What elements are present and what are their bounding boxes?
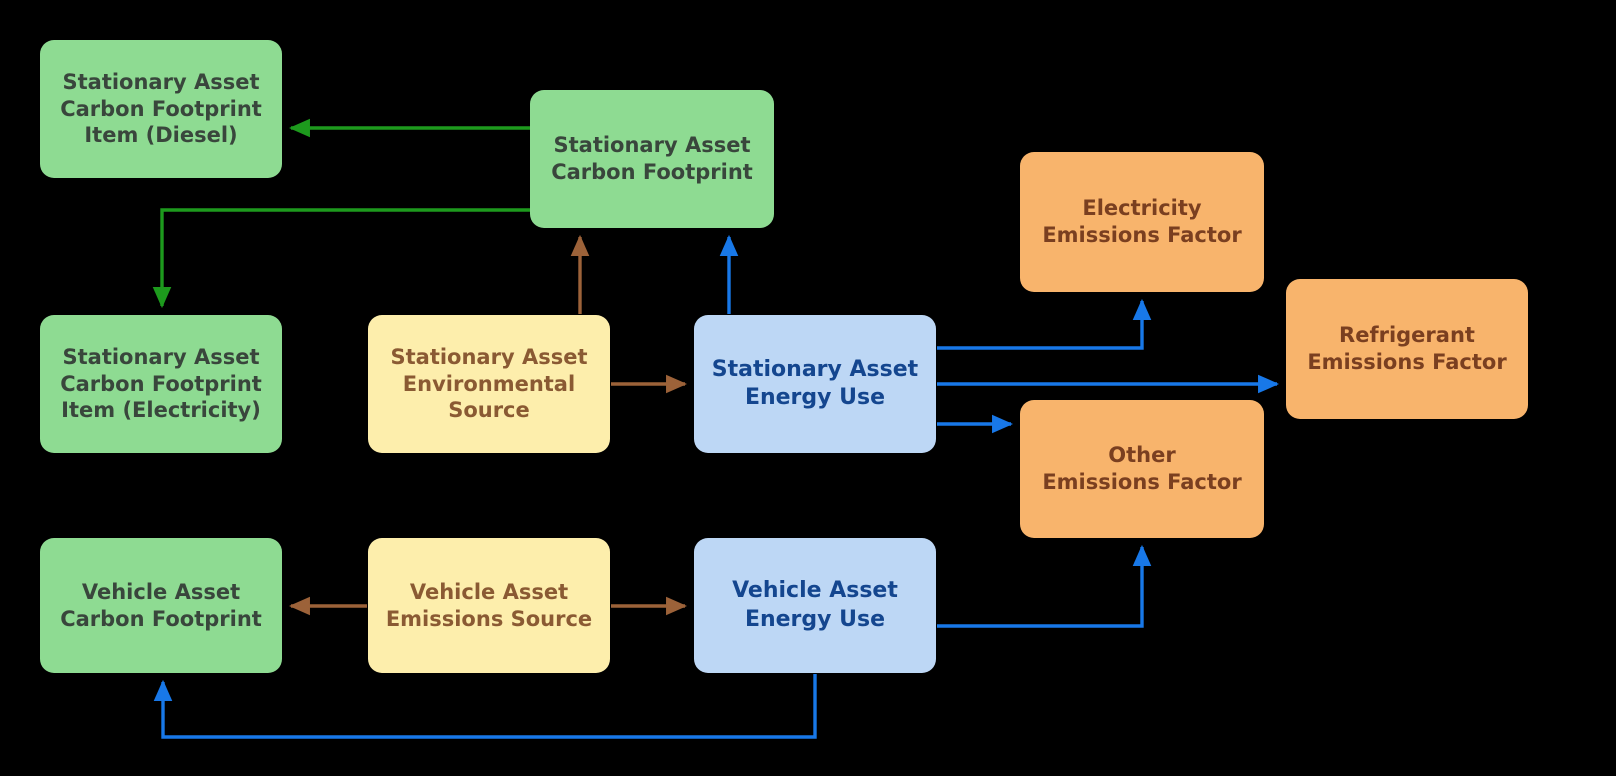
- node-electricity-ef[interactable]: Electricity Emissions Factor: [1020, 152, 1264, 292]
- diagram-canvas: Stationary Asset Carbon Footprint Item (…: [0, 0, 1616, 776]
- node-refrigerant-ef[interactable]: Refrigerant Emissions Factor: [1286, 279, 1528, 419]
- node-sa-env-source[interactable]: Stationary Asset Environmental Source: [368, 315, 610, 453]
- node-va-emissions-source[interactable]: Vehicle Asset Emissions Source: [368, 538, 610, 673]
- node-sa-cf-electricity[interactable]: Stationary Asset Carbon Footprint Item (…: [40, 315, 282, 453]
- node-va-energy-use[interactable]: Vehicle Asset Energy Use: [694, 538, 936, 673]
- node-sa-cf-diesel[interactable]: Stationary Asset Carbon Footprint Item (…: [40, 40, 282, 178]
- node-sa-energy-use[interactable]: Stationary Asset Energy Use: [694, 315, 936, 453]
- node-va-cf[interactable]: Vehicle Asset Carbon Footprint: [40, 538, 282, 673]
- edge-sa-cf-to-sa-cf-electricity: [152, 208, 530, 309]
- edge-va-energy-use-to-va-cf: [153, 674, 817, 739]
- node-sa-cf[interactable]: Stationary Asset Carbon Footprint: [530, 90, 774, 228]
- edge-sa-energy-use-to-electricity-ef: [937, 298, 1152, 350]
- node-other-ef[interactable]: Other Emissions Factor: [1020, 400, 1264, 538]
- edge-va-energy-use-to-other-ef: [937, 544, 1152, 628]
